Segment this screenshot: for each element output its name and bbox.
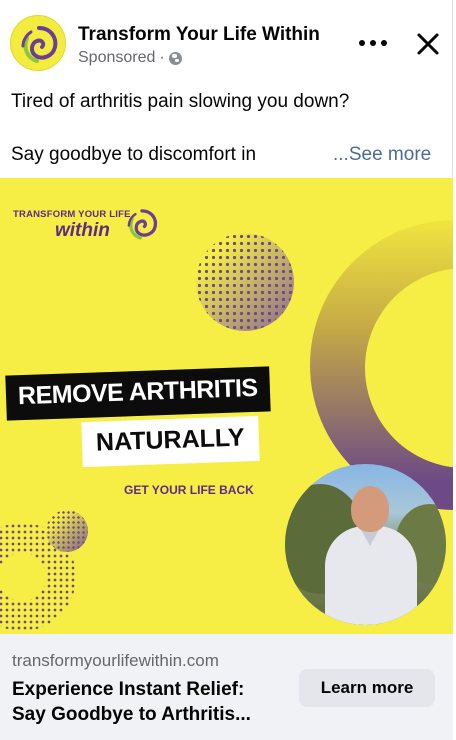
separator: · — [159, 49, 165, 66]
close-icon — [417, 33, 439, 55]
more-options-button[interactable] — [353, 28, 393, 58]
page-name[interactable]: Transform Your Life Within — [78, 24, 320, 46]
brand-swirl-icon — [21, 26, 58, 63]
globe-icon — [168, 51, 182, 65]
learn-more-button[interactable]: Learn more — [299, 669, 435, 707]
ad-creative-image[interactable]: TRANSFORM YOUR LIFE within REMOVE ARTHRI… — [0, 178, 453, 634]
sponsored-post-card: Transform Your Life Within Sponsored · T… — [0, 0, 453, 740]
post-header: Transform Your Life Within Sponsored · — [0, 0, 453, 82]
ad-domain: transformyourlifewithin.com — [12, 651, 219, 670]
post-text-line-2: Say goodbye to discomfort in — [11, 144, 257, 165]
creative-headline-1: REMOVE ARTHRITIS — [5, 366, 271, 421]
post-text-line-1: Tired of arthritis pain slowing you down… — [11, 91, 350, 112]
person-photo — [285, 464, 446, 625]
brand-logo-top: TRANSFORM YOUR LIFE — [13, 209, 131, 220]
ad-headline[interactable]: Experience Instant Relief: Say Goodbye t… — [12, 677, 251, 727]
sponsored-label[interactable]: Sponsored — [78, 49, 155, 67]
creative-tagline: GET YOUR LIFE BACK — [124, 483, 254, 497]
page-avatar[interactable] — [10, 15, 66, 71]
sponsored-line: Sponsored · — [78, 49, 182, 67]
creative-headline-2: NATURALLY — [81, 415, 260, 468]
decorative-dot-circle-small — [46, 510, 88, 552]
brand-swirl-icon — [127, 209, 158, 240]
more-options-icon — [359, 40, 365, 46]
ad-headline-line-2: Say Goodbye to Arthritis... — [12, 704, 251, 725]
brand-logo: TRANSFORM YOUR LIFE within — [13, 209, 158, 241]
see-more-link[interactable]: ...See more — [333, 144, 431, 166]
ad-footer[interactable]: transformyourlifewithin.com Experience I… — [0, 634, 453, 740]
close-button[interactable] — [410, 26, 446, 62]
decorative-dot-circle — [196, 233, 294, 331]
brand-logo-bottom: within — [55, 220, 110, 241]
ad-headline-line-1: Experience Instant Relief: — [12, 679, 245, 700]
